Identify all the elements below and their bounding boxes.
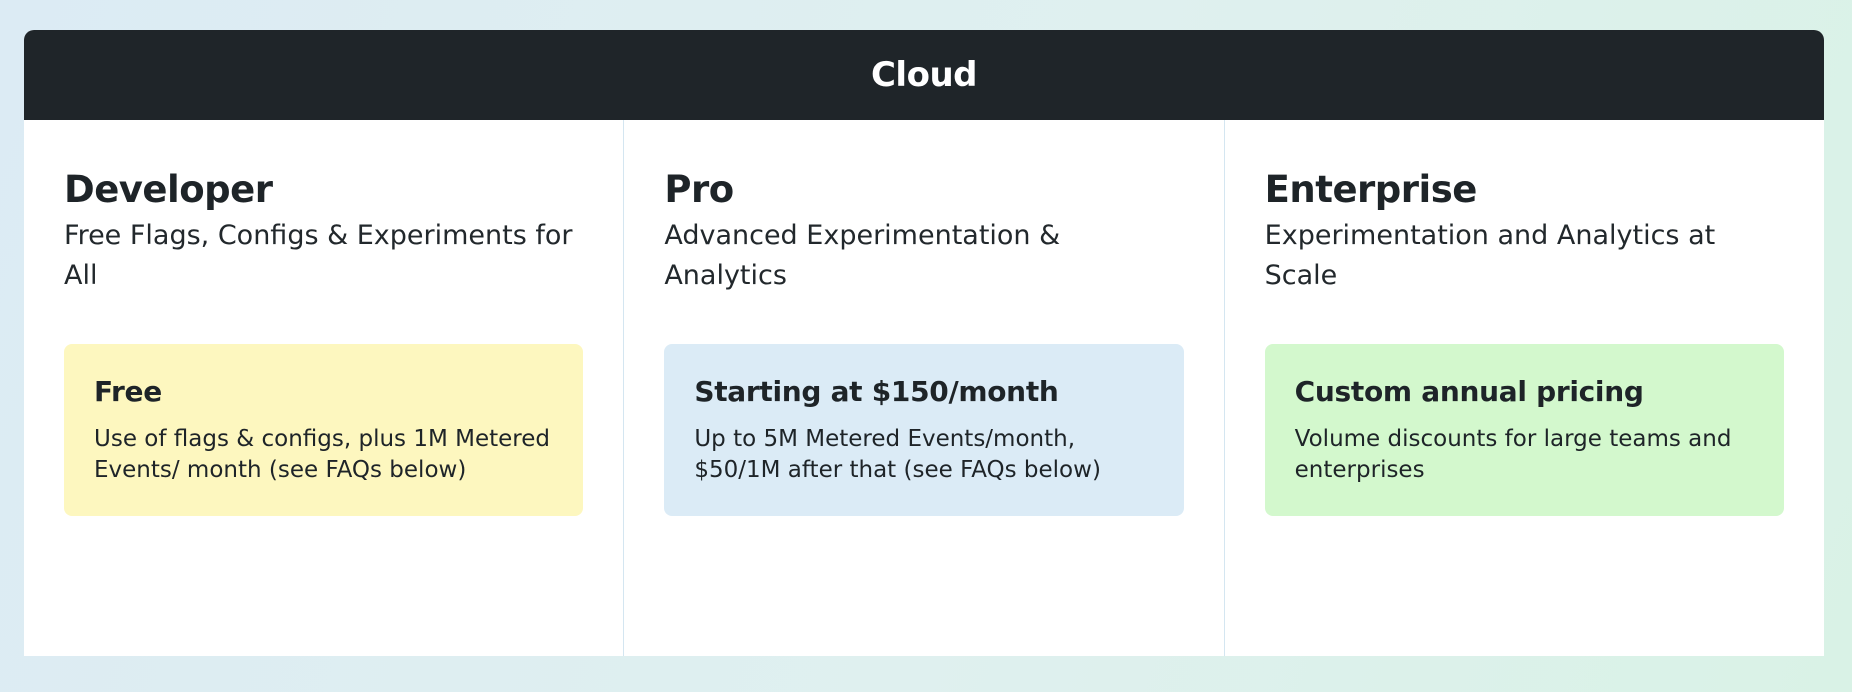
price-title: Starting at $150/month bbox=[694, 375, 1059, 408]
panel-title: Cloud bbox=[870, 55, 978, 95]
price-box-enterprise: Custom annual pricing Volume discounts f… bbox=[1264, 344, 1784, 516]
plan-name: Pro bbox=[664, 168, 734, 211]
plan-description: Experimentation and Analytics at Scale bbox=[1264, 220, 1716, 291]
price-box-developer: Free Use of flags & configs, plus 1M Met… bbox=[64, 344, 584, 516]
price-title: Custom annual pricing bbox=[1294, 375, 1644, 408]
plan-columns: Developer Free Flags, Configs & Experime… bbox=[24, 120, 1824, 656]
price-title: Free bbox=[94, 375, 162, 408]
price-text: Volume discounts for large teams and ent… bbox=[1294, 426, 1732, 483]
price-text: Up to 5M Metered Events/month, $50/1M af… bbox=[694, 426, 1101, 483]
panel-header: Cloud bbox=[24, 30, 1824, 120]
plan-description: Advanced Experimentation & Analytics bbox=[664, 220, 1061, 291]
plan-name: Developer bbox=[64, 168, 273, 211]
plan-column-pro: Pro Advanced Experimentation & Analytics… bbox=[623, 120, 1223, 656]
plan-name: Enterprise bbox=[1264, 168, 1478, 211]
plan-description: Free Flags, Configs & Experiments for Al… bbox=[64, 220, 573, 291]
price-box-pro: Starting at $150/month Up to 5M Metered … bbox=[664, 344, 1184, 516]
plan-column-enterprise: Enterprise Experimentation and Analytics… bbox=[1223, 120, 1824, 656]
price-text: Use of flags & configs, plus 1M Metered … bbox=[94, 426, 550, 483]
pricing-panel: Cloud Developer Free Flags, Configs & Ex… bbox=[24, 30, 1824, 656]
plan-column-developer: Developer Free Flags, Configs & Experime… bbox=[24, 120, 623, 656]
